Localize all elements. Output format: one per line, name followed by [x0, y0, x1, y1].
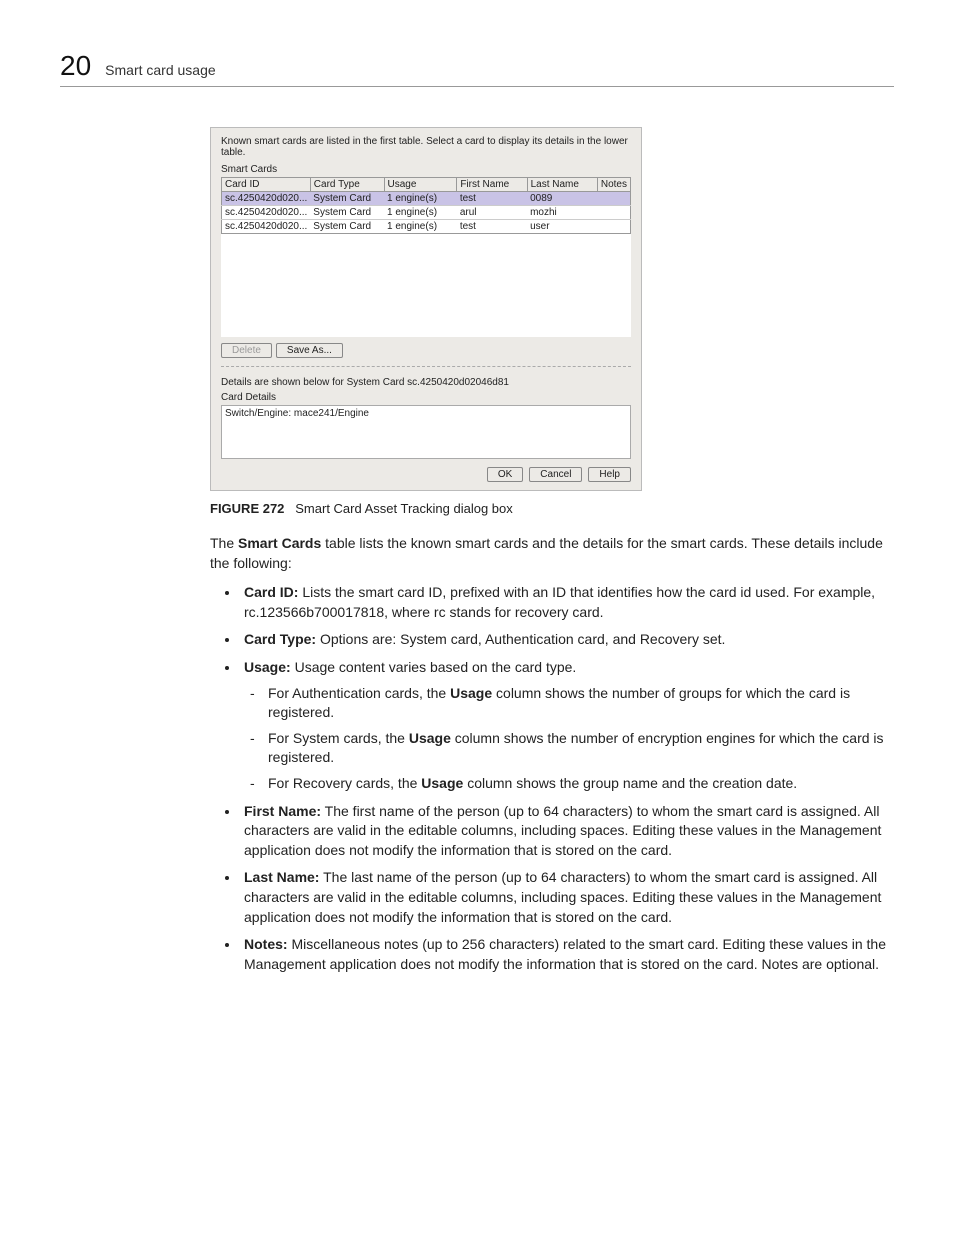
smart-cards-table: Card ID Card Type Usage First Name Last …: [221, 177, 631, 337]
text: For System cards, the: [268, 730, 409, 746]
text-bold: Usage: [421, 775, 463, 791]
table-cell: [597, 192, 630, 206]
table-button-row: Delete Save As...: [221, 343, 631, 358]
card-details-label: Card Details: [221, 392, 631, 403]
text: column shows the group name and the crea…: [463, 775, 797, 791]
page-number: 20: [60, 50, 91, 82]
table-cell: 1 engine(s): [384, 206, 457, 220]
definition: Options are: System card, Authentication…: [316, 631, 725, 647]
term: Notes:: [244, 936, 288, 952]
col-last-name[interactable]: Last Name: [527, 178, 597, 192]
table-cell: test: [457, 220, 527, 234]
term: Last Name:: [244, 869, 319, 885]
text-bold: Usage: [409, 730, 451, 746]
bullet-list: Card ID: Lists the smart card ID, prefix…: [210, 583, 894, 974]
help-button[interactable]: Help: [588, 467, 631, 482]
col-card-type[interactable]: Card Type: [310, 178, 384, 192]
list-item: Card Type: Options are: System card, Aut…: [240, 630, 894, 650]
table-cell: System Card: [310, 220, 384, 234]
text-bold: Smart Cards: [238, 535, 321, 551]
table-header-row: Card ID Card Type Usage First Name Last …: [222, 178, 631, 192]
section-title: Smart card usage: [105, 62, 216, 78]
col-notes[interactable]: Notes: [597, 178, 630, 192]
figure-caption: FIGURE 272 Smart Card Asset Tracking dia…: [210, 501, 894, 516]
table-cell: [597, 220, 630, 234]
list-item: Usage: Usage content varies based on the…: [240, 658, 894, 794]
sub-list: For Authentication cards, the Usage colu…: [244, 684, 894, 794]
text: The: [210, 535, 238, 551]
figure-caption-text: Smart Card Asset Tracking dialog box: [295, 501, 513, 516]
dialog-smart-card-asset-tracking: Known smart cards are listed in the firs…: [210, 127, 642, 491]
sub-list-item: For System cards, the Usage column shows…: [268, 729, 894, 768]
table-cell: System Card: [310, 206, 384, 220]
col-first-name[interactable]: First Name: [457, 178, 527, 192]
list-item: Card ID: Lists the smart card ID, prefix…: [240, 583, 894, 622]
figure: Known smart cards are listed in the firs…: [210, 127, 894, 491]
table-row[interactable]: sc.4250420d020...System Card1 engine(s)t…: [222, 220, 631, 234]
table-cell: user: [527, 220, 597, 234]
list-item: First Name: The first name of the person…: [240, 802, 894, 861]
text-bold: Usage: [450, 685, 492, 701]
term: Card Type:: [244, 631, 316, 647]
table-row[interactable]: sc.4250420d020...System Card1 engine(s)t…: [222, 192, 631, 206]
page: 20 Smart card usage Known smart cards ar…: [0, 0, 954, 1048]
table-cell: test: [457, 192, 527, 206]
text: For Recovery cards, the: [268, 775, 421, 791]
dialog-intro: Known smart cards are listed in the firs…: [221, 136, 631, 158]
col-usage[interactable]: Usage: [384, 178, 457, 192]
definition: Usage content varies based on the card t…: [291, 659, 577, 675]
sub-list-item: For Recovery cards, the Usage column sho…: [268, 774, 894, 794]
smart-cards-label: Smart Cards: [221, 164, 631, 175]
definition: Lists the smart card ID, prefixed with a…: [244, 584, 875, 620]
term: Card ID:: [244, 584, 298, 600]
table-cell: [597, 206, 630, 220]
save-as-button[interactable]: Save As...: [276, 343, 343, 358]
table-cell: sc.4250420d020...: [222, 192, 311, 206]
table-row[interactable]: sc.4250420d020...System Card1 engine(s)a…: [222, 206, 631, 220]
page-header: 20 Smart card usage: [60, 50, 894, 87]
table-cell: 1 engine(s): [384, 220, 457, 234]
definition: Miscellaneous notes (up to 256 character…: [244, 936, 886, 972]
figure-label: FIGURE 272: [210, 501, 284, 516]
card-detail-row: Switch/Engine: mace241/Engine: [225, 408, 627, 419]
ok-button[interactable]: OK: [487, 467, 523, 482]
divider: [221, 366, 631, 367]
table-cell: System Card: [310, 192, 384, 206]
intro-paragraph: The Smart Cards table lists the known sm…: [210, 534, 888, 573]
sub-list-item: For Authentication cards, the Usage colu…: [268, 684, 894, 723]
table-cell: sc.4250420d020...: [222, 220, 311, 234]
list-item: Last Name: The last name of the person (…: [240, 868, 894, 927]
term: Usage:: [244, 659, 291, 675]
dialog-footer-buttons: OK Cancel Help: [221, 467, 631, 482]
table-cell: sc.4250420d020...: [222, 206, 311, 220]
table-cell: 0089: [527, 192, 597, 206]
list-item: Notes: Miscellaneous notes (up to 256 ch…: [240, 935, 894, 974]
card-details-panel: Switch/Engine: mace241/Engine: [221, 405, 631, 459]
delete-button[interactable]: Delete: [221, 343, 272, 358]
definition: The last name of the person (up to 64 ch…: [244, 869, 881, 924]
col-card-id[interactable]: Card ID: [222, 178, 311, 192]
table-cell: 1 engine(s): [384, 192, 457, 206]
details-text: Details are shown below for System Card …: [221, 377, 631, 388]
table-cell: mozhi: [527, 206, 597, 220]
cancel-button[interactable]: Cancel: [529, 467, 582, 482]
definition: The first name of the person (up to 64 c…: [244, 803, 881, 858]
table-cell: arul: [457, 206, 527, 220]
text: For Authentication cards, the: [268, 685, 450, 701]
term: First Name:: [244, 803, 321, 819]
content: Known smart cards are listed in the firs…: [210, 127, 894, 974]
